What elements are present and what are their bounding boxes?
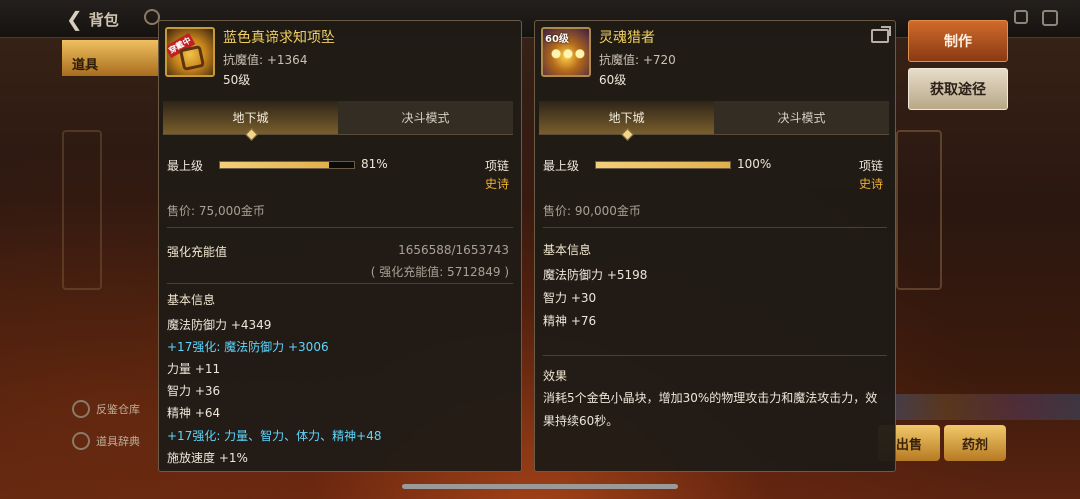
divider — [543, 227, 887, 228]
back-arrow-icon: ❮ — [66, 7, 83, 31]
grade-bar — [219, 161, 355, 169]
item-tooltip-compare: 60级 灵魂猎者 抗魔值: +720 60级 地下城 决斗模式 最上级 100%… — [534, 20, 896, 472]
slot-type: 项链 — [858, 159, 883, 173]
item-header: 穿戴中 蓝色真谛求知项坠 抗魔值: +1364 50级 — [165, 27, 505, 87]
menu-item-dictionary[interactable]: 道具辞典 — [72, 427, 162, 455]
background-frame — [62, 130, 102, 290]
necklace-icon: 穿戴中 — [165, 27, 215, 77]
tab-pvp[interactable]: 决斗模式 — [338, 101, 513, 134]
menu-item-label: 道具辞典 — [96, 435, 140, 448]
sell-price: 售价: 75,000金币 — [167, 204, 265, 218]
tab-dungeon[interactable]: 地下城 — [163, 101, 338, 134]
stat-line: 力量 +11 — [167, 362, 221, 376]
item-level: 50级 — [223, 73, 251, 87]
home-indicator[interactable] — [402, 484, 678, 489]
pendant-glyph-icon — [178, 44, 206, 72]
sell-price: 售价: 90,000金币 — [543, 204, 641, 218]
effect-description: 消耗5个金色小晶块，增加30%的物理攻击力和魔法攻击力，效果持续60秒。 — [543, 391, 878, 428]
icon-level-badge: 60级 — [545, 34, 569, 45]
item-name: 灵魂猎者 — [599, 30, 655, 46]
effect-title: 效果 — [543, 369, 568, 383]
souls-glyph-icon — [551, 49, 585, 65]
necklace-icon: 60级 — [541, 27, 591, 77]
warehouse-icon — [72, 400, 90, 418]
rarity-label: 史诗 — [858, 177, 883, 191]
background-frame — [896, 130, 942, 290]
item-slot-strip — [880, 394, 1080, 420]
menu-item-warehouse[interactable]: 反鉴仓库 — [72, 395, 162, 423]
potion-button-label: 药剂 — [961, 437, 988, 453]
stat-line: 魔法防御力 +5198 — [543, 268, 648, 282]
tab-dungeon[interactable]: 地下城 — [539, 101, 714, 134]
stat-line-enhance: +17强化: 魔法防御力 +3006 — [167, 340, 329, 354]
back-label: 背包 — [88, 10, 119, 29]
enhance-value: 1656588/1653743 — [398, 243, 509, 257]
grade-bar-fill — [220, 162, 329, 168]
grade-bar-fill — [596, 162, 730, 168]
acquire-source-label: 获取途径 — [930, 82, 986, 98]
divider — [167, 227, 513, 228]
item-resist-stat: 抗魔值: +1364 — [223, 53, 308, 67]
menu-icon[interactable] — [1042, 10, 1058, 26]
craft-button-label: 制作 — [944, 34, 972, 50]
stat-line: 智力 +30 — [543, 291, 597, 305]
enhance-label: 强化充能值 — [167, 245, 228, 259]
stat-line-enhance: +17强化: 力量、智力、体力、精神+48 — [167, 429, 382, 443]
enhance-detail: ( 强化充能值: 5712849 ) — [370, 265, 509, 279]
grade-percent: 100% — [737, 157, 772, 171]
menu-item-label: 反鉴仓库 — [96, 403, 140, 416]
grade-label: 最上级 — [167, 159, 204, 173]
acquire-source-button[interactable]: 获取途径 — [908, 68, 1008, 110]
grade-percent: 81% — [361, 157, 388, 171]
tab-items[interactable]: 道具 — [62, 40, 160, 76]
stat-line: 精神 +64 — [167, 406, 221, 420]
mode-tabs: 地下城 决斗模式 — [163, 101, 513, 135]
grade-label: 最上级 — [543, 159, 580, 173]
mode-tabs: 地下城 决斗模式 — [539, 101, 889, 135]
tab-items-label: 道具 — [72, 58, 99, 73]
settings-icon[interactable] — [1014, 10, 1028, 24]
back-button[interactable]: ❮ 背包 — [66, 6, 119, 32]
stat-line: 魔法防御力 +4349 — [167, 318, 272, 332]
item-resist-stat: 抗魔值: +720 — [599, 53, 676, 67]
stat-line: 精神 +76 — [543, 314, 597, 328]
dictionary-icon — [72, 432, 90, 450]
basic-info-title: 基本信息 — [543, 243, 592, 257]
rarity-label: 史诗 — [484, 177, 509, 191]
share-icon[interactable] — [871, 29, 889, 43]
item-name: 蓝色真谛求知项坠 — [223, 30, 335, 46]
divider — [167, 283, 513, 284]
tab-pvp[interactable]: 决斗模式 — [714, 101, 889, 134]
stat-line: 施放速度 +1% — [167, 451, 248, 465]
stat-line: 智力 +36 — [167, 384, 221, 398]
sell-button-label: 出售 — [895, 437, 922, 453]
item-level: 60级 — [599, 73, 627, 87]
potion-button[interactable]: 药剂 — [944, 425, 1006, 461]
item-tooltip-equipped: 穿戴中 蓝色真谛求知项坠 抗魔值: +1364 50级 地下城 决斗模式 最上级… — [158, 20, 522, 472]
divider — [543, 355, 887, 356]
item-header: 60级 灵魂猎者 抗魔值: +720 60级 — [541, 27, 881, 87]
slot-type: 项链 — [484, 159, 509, 173]
basic-info-title: 基本信息 — [167, 293, 216, 307]
grade-bar — [595, 161, 731, 169]
craft-button[interactable]: 制作 — [908, 20, 1008, 62]
